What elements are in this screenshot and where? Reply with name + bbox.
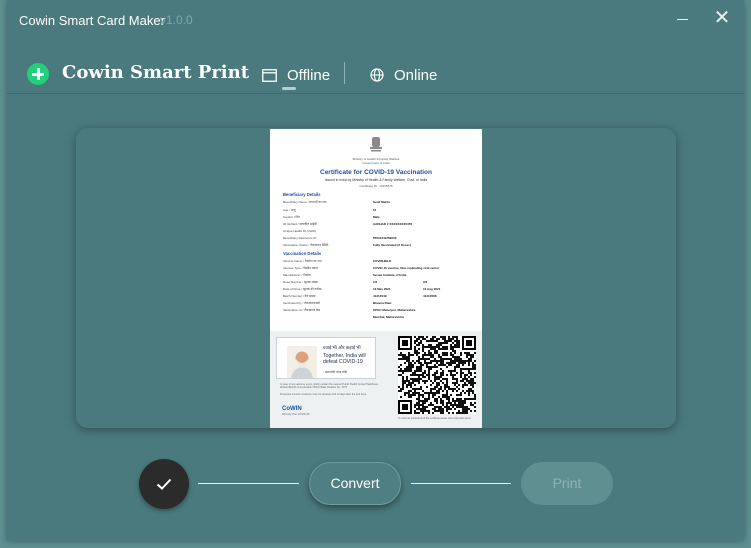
cert-row: Age / आयु 51 — [283, 208, 377, 212]
cert-row: Vaccination at / टीकाकरण केंद्र UPHC Mehe… — [283, 308, 416, 312]
quote-box: दवाई भी और कड़ाई भी Together, India will… — [276, 337, 376, 379]
cert-row: Batch Number / बैच संख्या 4121Z049 4121Z06… — [283, 294, 437, 298]
cert-row: Beneficiary Name / लाभार्थी का नाम Sunil … — [283, 200, 390, 204]
cert-footer-panel: दवाई भी और कड़ाई भी Together, India will… — [270, 331, 482, 428]
cert-section-vaccination: Vaccination Details — [283, 251, 322, 256]
qr-code — [398, 336, 476, 414]
portrait-image — [287, 346, 317, 378]
quote-english: Together, India will defeat COVID-19 — [323, 353, 366, 365]
certificate-preview: Ministry of Health & Family Welfare Gove… — [270, 129, 482, 428]
fine-print: Protective immune response may not devel… — [280, 393, 367, 396]
quote-hindi: दवाई भी और कड़ाई भी — [323, 345, 361, 350]
emblem-icon — [370, 137, 382, 152]
cert-row: Manufacturer / निर्माता Serum Institute o… — [283, 273, 407, 277]
tab-online-label: Online — [394, 66, 438, 84]
cert-subtitle: Issued in India by Ministry of Health & … — [324, 178, 428, 182]
cowin-logo: CoWIN — [282, 406, 302, 412]
cert-header-line2: Government of India — [362, 161, 390, 165]
close-icon[interactable]: ✕ — [710, 6, 734, 30]
convert-button[interactable]: Convert — [309, 462, 401, 505]
cert-row: Vaccinated by / टीकाकरणकर्ता Bhavna Raut — [283, 301, 392, 305]
tab-divider — [344, 62, 345, 84]
step-connector — [198, 483, 299, 484]
cert-row: Gender / लिंग Male — [283, 215, 380, 219]
cert-title: Certificate for COVID-19 Vaccination — [320, 169, 432, 176]
tab-online[interactable]: Online — [370, 64, 437, 86]
cert-section-beneficiary: Beneficiary Details — [283, 192, 321, 197]
app-header: Cowin Smart Print Offline Online — [7, 50, 744, 94]
cert-row: ID Verified / सत्यापित आईडी AADHAR # XXXX… — [283, 222, 413, 226]
app-title: Cowin Smart Card Maker — [19, 13, 165, 28]
cert-row: Vaccine Name / वैक्सीन का नाम COVISHIELD — [283, 259, 392, 263]
title-bar: Cowin Smart Card Maker v1.0.0 ✕ — [7, 0, 744, 40]
step-done-indicator — [139, 459, 189, 509]
app-version: v1.0.0 — [160, 13, 193, 27]
brand-name: Cowin Smart Print — [62, 62, 250, 83]
tab-offline[interactable]: Offline — [262, 64, 330, 86]
qr-footer-text: To verify the authenticity of this certi… — [398, 418, 471, 420]
cert-row: Dose Number / खुराक संख्या 1/2 2/2 — [283, 280, 428, 284]
step-connector — [411, 483, 511, 484]
globe-icon — [370, 68, 384, 82]
window-icon — [262, 68, 277, 82]
cert-row: Date of Dose / खुराक की तारीख 13 May 2021… — [283, 287, 441, 291]
plus-circle-icon — [27, 63, 49, 85]
check-icon — [156, 478, 172, 490]
cowin-tagline: Winning Over COVID-19 — [282, 413, 310, 416]
cert-row: Vaccine Type / वैक्सीन प्रकार COVID-19 va… — [283, 266, 440, 270]
quote-attribution: - प्रधानमंत्री नरेन्द्र मोदी — [323, 370, 348, 374]
cert-row: Unique Health ID (UHID) — [283, 229, 317, 233]
cert-row: Beneficiary Reference ID 55512341259000 — [283, 236, 397, 240]
cert-id: Certificate ID : 12345678 — [359, 184, 393, 188]
app-window: Cowin Smart Card Maker v1.0.0 ✕ Cowin Sm… — [7, 0, 744, 541]
cert-row: Vaccination Status / टीकाकरण स्थिति Fully… — [283, 243, 411, 247]
minimize-icon[interactable] — [671, 8, 695, 30]
cert-row: Mumbai, Maharashtra — [373, 315, 404, 319]
fine-print: In case of any adverse event, kindly con… — [280, 383, 379, 389]
print-button[interactable]: Print — [521, 462, 613, 505]
active-tab-indicator — [282, 87, 296, 90]
tab-offline-label: Offline — [287, 66, 331, 84]
